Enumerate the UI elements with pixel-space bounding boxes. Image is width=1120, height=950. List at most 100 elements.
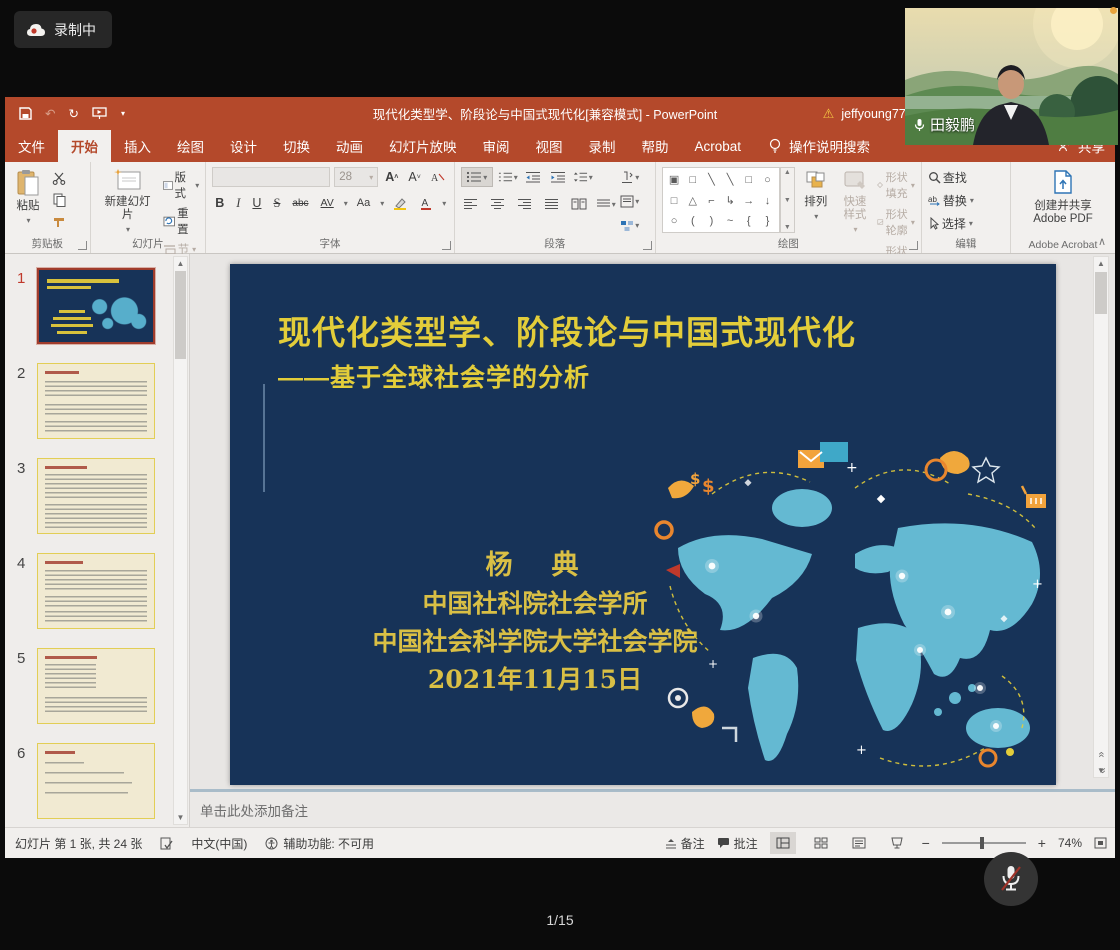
zoom-level[interactable]: 74%: [1058, 836, 1082, 850]
redo-icon[interactable]: ↻: [68, 106, 78, 121]
tab-insert[interactable]: 插入: [111, 130, 164, 162]
save-icon[interactable]: [19, 107, 32, 120]
font-dialog-launcher[interactable]: [442, 241, 451, 250]
shape-option-icon[interactable]: ↓: [765, 195, 771, 207]
bullets-button[interactable]: ▾: [461, 167, 493, 187]
slide-scrollbar[interactable]: ▲ ▼: [1093, 256, 1109, 778]
tab-acrobat[interactable]: Acrobat: [682, 130, 755, 162]
tab-help[interactable]: 帮助: [629, 130, 682, 162]
slide-scroll-up-icon[interactable]: ▲: [1094, 259, 1108, 268]
tab-file[interactable]: 文件: [5, 130, 58, 162]
line-spacing-button[interactable]: ▾: [573, 168, 593, 186]
convert-smartart-button[interactable]: ▾: [620, 216, 640, 234]
new-slide-button[interactable]: 新建幻灯片 ▾: [97, 167, 159, 237]
columns-button[interactable]: [569, 195, 589, 213]
reading-view-button[interactable]: [846, 832, 872, 854]
shape-option-icon[interactable]: □: [745, 174, 752, 186]
justify-button[interactable]: [542, 195, 562, 213]
shape-option-icon[interactable]: ↳: [725, 194, 734, 207]
previous-slide-button[interactable]: »: [1098, 751, 1107, 757]
tab-design[interactable]: 设计: [217, 130, 270, 162]
tab-slideshow[interactable]: 幻灯片放映: [376, 130, 470, 162]
shape-option-icon[interactable]: →: [743, 195, 754, 207]
shapes-gallery-scrollbar[interactable]: ▲ ▼ ▼: [780, 167, 795, 233]
shape-option-icon[interactable]: (: [691, 215, 695, 227]
zoom-slider[interactable]: [942, 842, 1026, 844]
shapes-scroll-up-icon[interactable]: ▲: [784, 169, 791, 176]
notes-toggle-button[interactable]: 备注: [665, 835, 705, 852]
slide-thumbnail-1[interactable]: [37, 268, 155, 344]
paste-button[interactable]: 粘贴 ▾: [11, 167, 45, 237]
language-indicator[interactable]: 中文(中国): [191, 835, 247, 852]
bold-button[interactable]: B: [212, 194, 227, 212]
qat-customize-icon[interactable]: ▾: [121, 109, 125, 118]
thumbnail-row-5[interactable]: 5: [11, 648, 189, 724]
spellcheck-icon[interactable]: [160, 837, 173, 850]
zoom-in-button[interactable]: +: [1038, 835, 1046, 851]
tab-view[interactable]: 视图: [523, 130, 576, 162]
shapes-scroll-down-icon[interactable]: ▼: [784, 197, 791, 204]
thumbnail-row-6[interactable]: 6: [11, 743, 189, 819]
align-right-button[interactable]: [515, 195, 535, 213]
shapes-gallery[interactable]: ▣□╲╲□○ □△⌐↳→↓ ○()~{}: [662, 167, 780, 233]
quick-styles-button[interactable]: 快速样式 ▾: [837, 167, 873, 237]
numbering-button[interactable]: ▾: [498, 168, 518, 186]
slide-thumbnail-2[interactable]: [37, 363, 155, 439]
shape-outline-button[interactable]: 形状轮廓 ▾: [877, 206, 915, 238]
shape-option-icon[interactable]: {: [747, 215, 751, 227]
accessibility-checker[interactable]: 辅助功能: 不可用: [265, 835, 374, 852]
slideshow-view-button[interactable]: [884, 832, 910, 854]
shape-option-icon[interactable]: ○: [671, 215, 678, 227]
shape-option-icon[interactable]: }: [766, 215, 770, 227]
change-case-button[interactable]: Aa: [354, 194, 373, 212]
webcam-overlay[interactable]: 田毅鹏: [905, 8, 1118, 145]
shape-option-icon[interactable]: △: [689, 194, 697, 207]
slide-thumbnail-6[interactable]: [37, 743, 155, 819]
decrease-font-button[interactable]: A˅: [405, 168, 423, 186]
create-pdf-button[interactable]: 创建并共享 Adobe PDF: [1019, 167, 1107, 237]
thumbnail-row-2[interactable]: 2: [11, 363, 189, 439]
shape-fill-button[interactable]: 形状填充 ▾: [877, 169, 915, 201]
shape-option-icon[interactable]: □: [671, 195, 678, 207]
decrease-indent-button[interactable]: [523, 168, 543, 186]
collapse-ribbon-button[interactable]: ∧: [1098, 235, 1106, 248]
text-direction-button[interactable]: ▾: [620, 168, 640, 186]
slide-thumbnail-5[interactable]: [37, 648, 155, 724]
slide-thumbnail-4[interactable]: [37, 553, 155, 629]
copy-button[interactable]: [49, 191, 69, 209]
layout-button[interactable]: 版式 ▾: [163, 169, 200, 201]
next-slide-button[interactable]: »: [1098, 767, 1107, 773]
slide-scrollbar-thumb[interactable]: [1095, 272, 1107, 314]
align-center-button[interactable]: [488, 195, 508, 213]
shape-option-icon[interactable]: ○: [764, 174, 771, 186]
character-spacing-button[interactable]: AV: [318, 194, 337, 212]
find-button[interactable]: 查找: [928, 169, 974, 186]
shape-option-icon[interactable]: ╲: [708, 173, 715, 186]
highlight-color-button[interactable]: [390, 194, 411, 212]
align-left-button[interactable]: [461, 195, 481, 213]
clear-formatting-button[interactable]: A: [428, 168, 448, 186]
shape-option-icon[interactable]: ▣: [669, 173, 679, 186]
thumbnail-row-4[interactable]: 4: [11, 553, 189, 629]
increase-indent-button[interactable]: [548, 168, 568, 186]
shape-option-icon[interactable]: □: [689, 174, 696, 186]
drawing-dialog-launcher[interactable]: [909, 241, 918, 250]
tab-draw[interactable]: 绘图: [164, 130, 217, 162]
arrange-button[interactable]: 排列 ▾: [799, 167, 833, 237]
italic-button[interactable]: I: [233, 194, 243, 212]
shape-option-icon[interactable]: ): [710, 215, 714, 227]
cut-button[interactable]: [49, 169, 69, 187]
shapes-more-icon[interactable]: ▼: [784, 224, 791, 231]
strikethrough-button[interactable]: S: [270, 194, 283, 212]
slide-thumbnail-3[interactable]: [37, 458, 155, 534]
normal-view-button[interactable]: [770, 832, 796, 854]
thumbnail-scrollbar[interactable]: ▲ ▼: [173, 256, 188, 825]
tab-home[interactable]: 开始: [58, 130, 111, 162]
tell-me-search[interactable]: 操作说明搜索: [754, 130, 884, 162]
thumbnail-scrollbar-thumb[interactable]: [175, 271, 186, 359]
add-remove-columns-button[interactable]: ▾: [596, 195, 616, 213]
thumbnail-scroll-down-icon[interactable]: ▼: [174, 813, 187, 822]
reset-button[interactable]: 重置: [163, 205, 200, 237]
increase-font-button[interactable]: A˄: [382, 168, 401, 186]
shape-option-icon[interactable]: ~: [727, 215, 733, 227]
